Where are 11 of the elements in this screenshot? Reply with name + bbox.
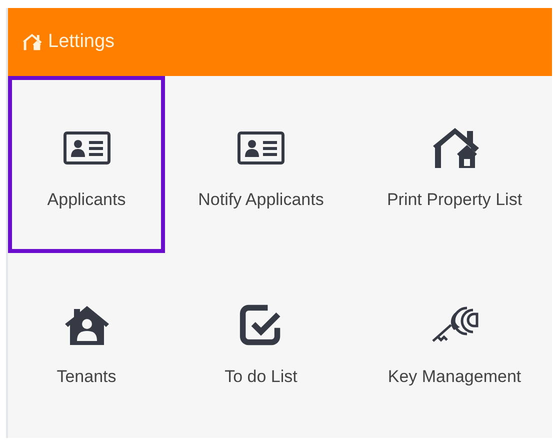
menu-tile[interactable]: Tenants	[8, 253, 165, 430]
menu-tile[interactable]: Notify Applicants	[165, 76, 357, 253]
houses-icon	[430, 126, 478, 170]
houses-icon	[22, 33, 42, 51]
checkbox-icon	[239, 303, 283, 347]
menu-tile[interactable]: To do List	[165, 253, 357, 430]
menu-tile[interactable]: Key Management	[357, 253, 552, 430]
panel-title: Lettings	[48, 31, 115, 53]
menu-tile[interactable]: Print Property List	[357, 76, 552, 253]
house-person-icon	[62, 303, 110, 347]
menu-tile[interactable]: Applicants	[8, 76, 165, 253]
